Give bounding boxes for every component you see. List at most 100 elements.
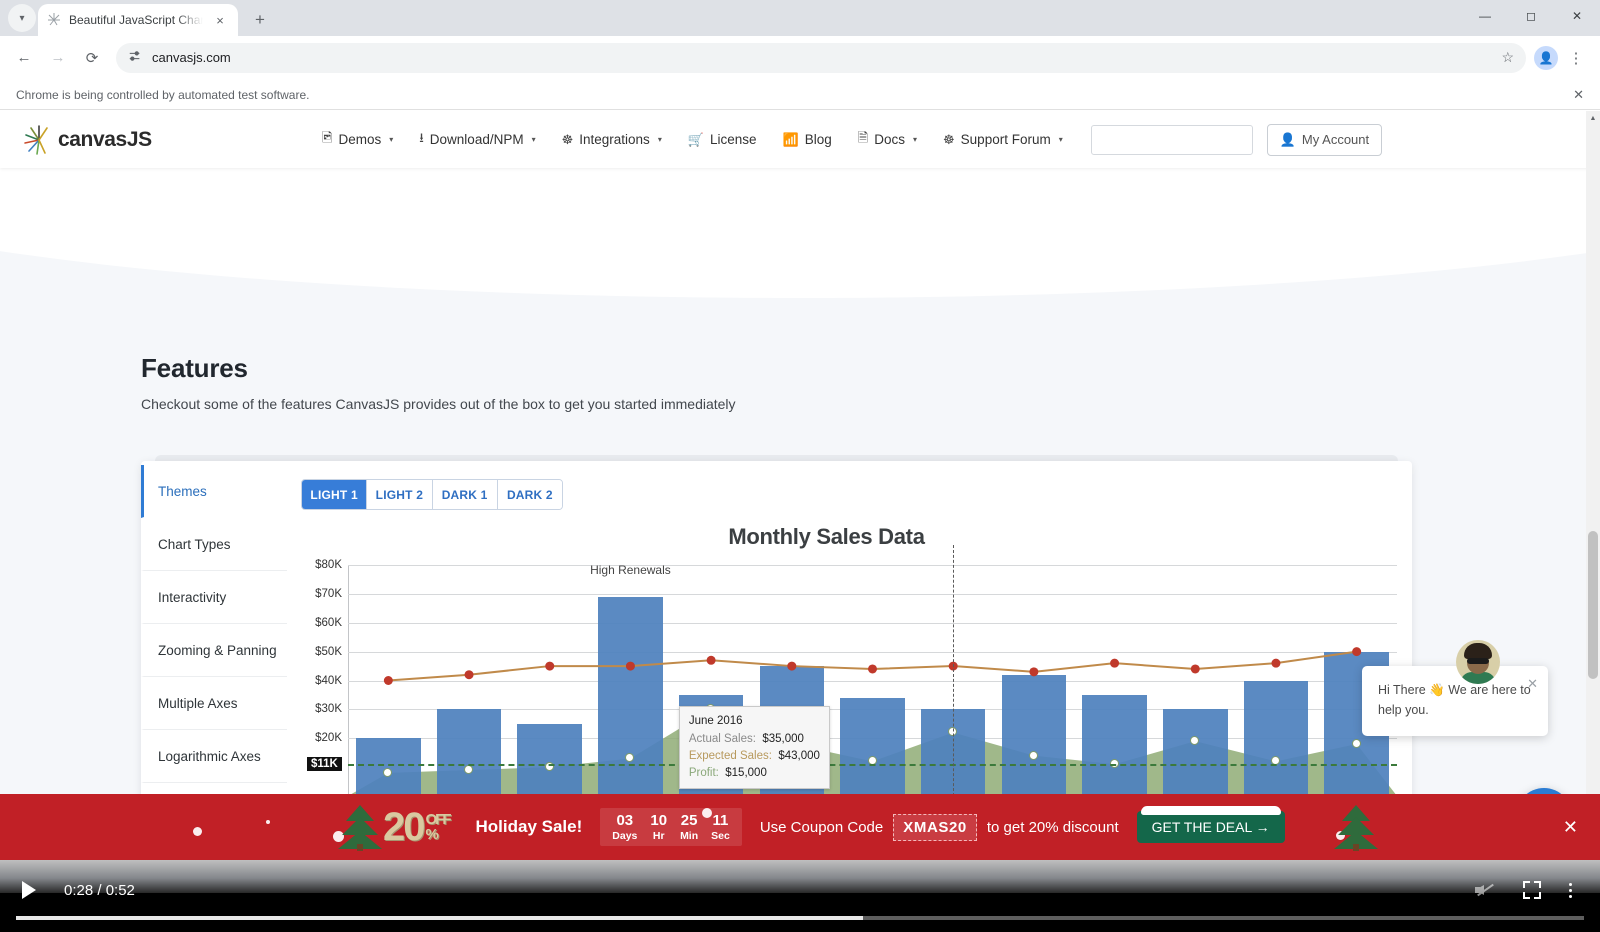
theme-tabs: LIGHT 1 LIGHT 2 DARK 1 DARK 2 [301,479,563,510]
bookmark-star-icon[interactable]: ☆ [1501,49,1514,66]
site-settings-icon[interactable] [128,49,142,66]
tab-dark-1[interactable]: DARK 1 [433,480,498,509]
profile-avatar[interactable]: 👤 [1534,46,1558,70]
canvasjs-favicon-icon [46,12,62,28]
sidebar-item-logarithmic-axes[interactable]: Logarithmic Axes [141,730,287,783]
countdown-value: 25 [680,813,698,830]
y-axis-tick-label: $70K [315,588,342,600]
offer-number: 20 [383,805,424,850]
infobar-close-icon[interactable]: ✕ [1573,87,1584,103]
nav-item-integrations[interactable]: ☸ Integrations ▾ [562,132,662,148]
tab-dark-2[interactable]: DARK 2 [498,480,562,509]
chat-greeting-bubble[interactable]: ✕ Hi There 👋 We are here to help you. [1362,666,1548,736]
scrollbar-thumb[interactable] [1588,531,1598,679]
sidebar-item-zooming-panning[interactable]: Zooming & Panning [141,624,287,677]
lifebuoy-icon: ☸ [943,132,955,148]
y-axis-tick-label: $50K [315,646,342,658]
chevron-down-icon: ▾ [389,135,393,144]
back-icon[interactable]: ← [8,42,40,74]
chart-crosshair [953,545,954,796]
nav-item-blog[interactable]: 📶 Blog [783,132,832,148]
page-scrollbar[interactable]: ▲ [1586,111,1600,860]
countdown-value: 11 [711,813,730,830]
nav-item-demos[interactable]: 🖻 Demos ▾ [322,129,393,151]
countdown-value: 10 [650,813,667,830]
coupon-code[interactable]: XMAS20 [893,814,977,841]
countdown-unit: Hr [650,830,667,842]
site-logo[interactable]: canvasJS [22,123,322,157]
tooltip-value: $35,000 [762,733,804,745]
sales-chart[interactable]: Monthly Sales Data $80K$70K$60K$50K$40K$… [301,524,1412,796]
forward-icon[interactable]: → [42,42,74,74]
minimize-button[interactable]: — [1462,0,1508,32]
tooltip-row: Expected Sales: $43,000 [689,748,820,765]
browser-toolbar: ← → ⟳ canvasjs.com ☆ 👤 ⋮ [0,36,1600,80]
cart-icon: 🛒 [688,132,704,148]
image-icon: 🖻 [322,129,332,151]
address-bar[interactable]: canvasjs.com ☆ [116,43,1526,73]
chart-plot-area[interactable]: $80K$70K$60K$50K$40K$30K$20K$11KHigh Ren… [348,565,1397,796]
sidebar-item-label: Multiple Axes [158,696,238,711]
new-tab-button[interactable]: + [250,10,270,30]
close-window-button[interactable]: ✕ [1554,0,1600,32]
search-input[interactable] [1100,132,1276,147]
browser-tab[interactable]: Beautiful JavaScript Charting Li × [38,4,238,36]
nav-item-docs[interactable]: 🗎 Docs ▾ [858,129,917,151]
tooltip-row: Profit: $15,000 [689,765,820,782]
main-navigation: 🖻 Demos ▾ ⭳ Download/NPM ▾ ☸ Integration… [322,129,1063,151]
nav-item-license[interactable]: 🛒 License [688,132,757,148]
tab-search-chevron-icon[interactable]: ▾ [8,4,36,32]
sidebar-item-themes[interactable]: Themes [141,465,287,518]
exit-fullscreen-icon[interactable] [1523,881,1541,899]
countdown-days: 03 Days [612,813,637,842]
chevron-down-icon: ▾ [658,135,662,144]
snow-dot [702,808,712,818]
play-icon[interactable] [16,881,36,899]
muted-volume-icon[interactable] [1475,881,1495,899]
features-sidebar: Themes Chart Types Interactivity Zooming… [141,461,287,806]
nav-label: Integrations [579,132,650,147]
sidebar-item-label: Themes [158,484,207,499]
puzzle-icon: ☸ [562,132,574,148]
nav-label: Download/NPM [430,132,524,147]
document-icon: 🗎 [858,129,868,151]
browser-menu-icon[interactable]: ⋮ [1560,42,1592,74]
stripline-label: $11K [307,757,342,771]
sidebar-item-label: Logarithmic Axes [158,749,261,764]
sidebar-item-interactivity[interactable]: Interactivity [141,571,287,624]
chevron-down-icon: ▾ [913,135,917,144]
tab-title: Beautiful JavaScript Charting Li [69,13,203,27]
overflow-menu-icon[interactable] [1569,883,1572,898]
y-axis-tick-label: $80K [315,559,342,571]
scroll-up-arrow-icon[interactable]: ▲ [1586,111,1600,125]
get-the-deal-label: GET THE DEAL → [1152,819,1270,835]
y-axis-tick-label: $60K [315,617,342,629]
features-subtitle: Checkout some of the features CanvasJS p… [141,396,1600,412]
video-progress-bar[interactable] [16,916,1584,920]
tab-close-icon[interactable]: × [210,10,230,30]
sidebar-item-multiple-axes[interactable]: Multiple Axes [141,677,287,730]
countdown-timer: 03 Days 10 Hr 25 Min 11 Sec [600,808,742,846]
rss-icon: 📶 [783,132,799,148]
reload-icon[interactable]: ⟳ [76,42,108,74]
tab-light-1[interactable]: LIGHT 1 [302,480,367,509]
maximize-button[interactable]: ◻ [1508,0,1554,32]
site-search[interactable] [1091,125,1253,155]
canvasjs-logo-icon [22,123,56,157]
y-axis-tick-label: $30K [315,703,342,715]
banner-close-icon[interactable]: ✕ [1563,817,1578,838]
my-account-button[interactable]: 👤 My Account [1267,124,1382,156]
chart-title: Monthly Sales Data [301,524,1352,550]
countdown-value: 03 [612,813,637,830]
snow-dot [266,820,270,824]
discount-text: to get 20% discount [987,819,1119,836]
tab-light-2[interactable]: LIGHT 2 [367,480,432,509]
nav-item-support-forum[interactable]: ☸ Support Forum ▾ [943,132,1063,148]
chat-close-icon[interactable]: ✕ [1527,674,1538,694]
nav-item-download[interactable]: ⭳ Download/NPM ▾ [419,129,535,151]
nav-label: Docs [874,132,905,147]
tooltip-title: June 2016 [689,713,820,730]
sidebar-item-chart-types[interactable]: Chart Types [141,518,287,571]
y-axis-tick-label: $20K [315,732,342,744]
get-the-deal-button[interactable]: GET THE DEAL → [1137,811,1285,843]
